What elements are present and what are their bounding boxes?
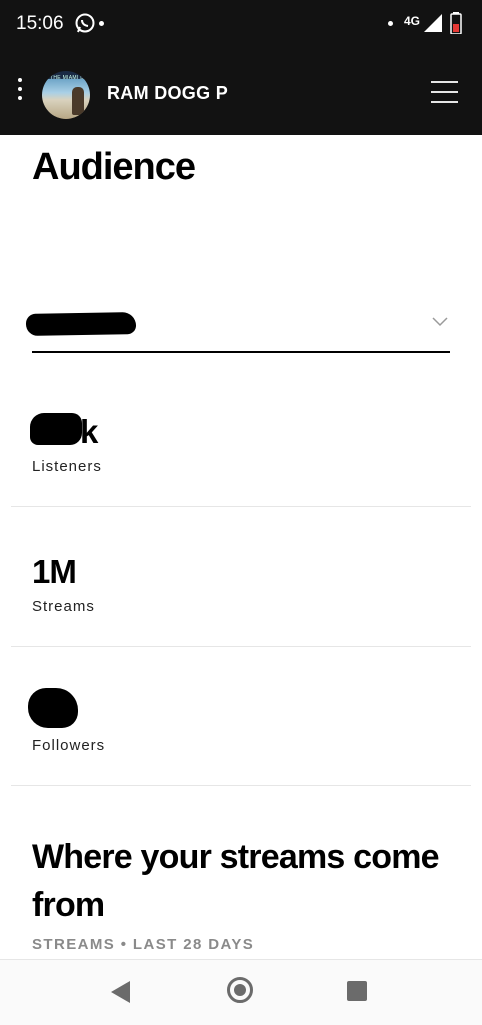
- redaction-mark: [30, 413, 82, 445]
- battery-icon: [450, 12, 462, 34]
- notification-dot: [99, 21, 104, 26]
- status-bar: 15:06 4G: [0, 0, 482, 48]
- whatsapp-icon: [75, 13, 95, 33]
- page-title: Audience: [32, 146, 196, 188]
- menu-icon[interactable]: [431, 81, 458, 103]
- divider: [11, 646, 471, 647]
- back-icon[interactable]: [111, 981, 130, 1003]
- status-dot: [388, 21, 393, 26]
- avatar-art: THE MIAMI DIS: [50, 75, 90, 81]
- chevron-down-icon[interactable]: [432, 317, 448, 327]
- listeners-label: Listeners: [32, 458, 102, 475]
- listeners-value: k: [80, 413, 98, 450]
- section-subtitle: STREAMS • LAST 28 DAYS: [32, 936, 255, 953]
- redaction-mark: [25, 312, 137, 336]
- app-header: THE MIAMI DIS RAM DOGG P: [0, 48, 482, 135]
- recent-apps-icon[interactable]: [347, 981, 367, 1001]
- section-title: Where your streams come from: [32, 838, 440, 924]
- more-vertical-icon[interactable]: [16, 78, 24, 106]
- network-type: 4G: [404, 14, 421, 28]
- streams-value: 1M: [32, 553, 77, 590]
- streams-label: Streams: [32, 598, 95, 615]
- audience-filter-select[interactable]: [25, 305, 450, 353]
- artist-avatar[interactable]: THE MIAMI DIS: [42, 71, 90, 119]
- signal-icon: [424, 14, 442, 32]
- divider: [11, 506, 471, 507]
- system-nav-bar: [0, 959, 482, 1025]
- artist-name[interactable]: RAM DOGG P: [107, 83, 228, 104]
- home-icon[interactable]: [227, 977, 253, 1003]
- avatar-figure: [72, 87, 84, 115]
- divider: [11, 785, 471, 786]
- status-time: 15:06: [16, 13, 64, 34]
- followers-label: Followers: [32, 737, 106, 754]
- redaction-mark: [28, 688, 78, 728]
